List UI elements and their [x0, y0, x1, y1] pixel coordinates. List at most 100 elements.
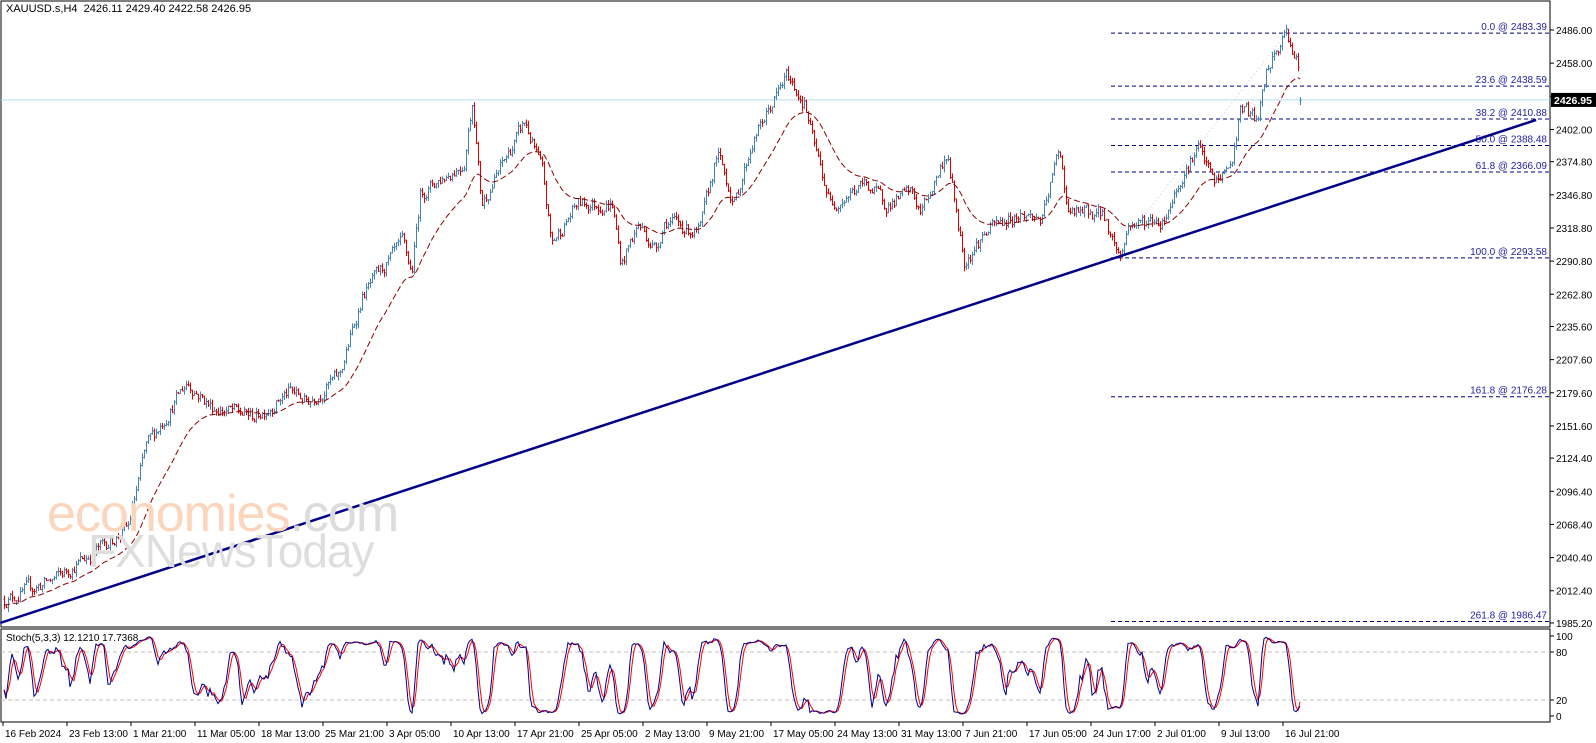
bar-up — [337, 371, 340, 381]
bar-up — [973, 246, 976, 256]
bar-up — [971, 251, 974, 266]
ohlc-readout: 2426.11 2429.40 2422.58 2426.95 — [83, 3, 252, 15]
bar-down — [615, 214, 618, 230]
bar-up — [1251, 107, 1254, 117]
bar-down — [721, 154, 724, 166]
bar-down — [1247, 101, 1250, 117]
bar-up — [387, 255, 390, 266]
bar-up — [1093, 214, 1096, 223]
price-chart[interactable]: 2486.002458.002430.002402.002374.802346.… — [0, 0, 1596, 743]
bar-up — [839, 204, 842, 213]
bar-up — [1003, 218, 1006, 226]
bar-up — [23, 583, 26, 595]
bar-up — [901, 188, 904, 197]
bar-down — [869, 189, 872, 194]
bar-up — [935, 175, 938, 186]
stoch-axis-label: 100 — [1556, 632, 1573, 643]
bar-up — [989, 221, 992, 235]
bar-down — [459, 166, 462, 176]
bar-down — [253, 418, 256, 423]
bar-up — [1169, 202, 1172, 214]
bar-down — [1289, 37, 1292, 48]
fib-level-label: 261.8 @ 1986.47 — [1470, 610, 1547, 621]
bar-up — [757, 123, 760, 137]
bar-up — [967, 254, 970, 269]
bar-up — [47, 579, 50, 582]
bar-up — [425, 194, 428, 201]
bar-down — [69, 574, 72, 579]
bar-down — [285, 388, 288, 399]
bar-down — [823, 173, 826, 186]
bar-up — [493, 173, 496, 189]
bar-down — [271, 408, 274, 417]
bar-down — [1241, 104, 1244, 114]
bar-up — [115, 535, 118, 548]
bar-up — [1149, 213, 1152, 222]
bar-down — [731, 196, 734, 206]
bar-up — [1177, 185, 1180, 193]
bar-up — [1181, 181, 1184, 189]
bar-down — [201, 393, 204, 399]
bar-up — [741, 178, 744, 194]
bar-up — [287, 383, 290, 399]
bar-up — [1171, 199, 1174, 209]
bar-up — [331, 376, 334, 381]
bar-up — [141, 453, 144, 467]
bar-up — [1215, 175, 1218, 184]
bar-down — [1015, 213, 1018, 223]
bar-down — [203, 395, 206, 405]
bar-down — [587, 204, 590, 215]
bar-up — [555, 237, 558, 242]
bar-up — [279, 398, 282, 406]
bar-up — [351, 323, 354, 336]
bar-up — [847, 196, 850, 203]
bar-up — [783, 72, 786, 90]
time-axis-label: 10 Apr 13:00 — [453, 729, 510, 740]
bar-up — [975, 238, 978, 253]
time-axis-label: 23 Feb 13:00 — [69, 729, 128, 740]
bar-up — [429, 180, 432, 193]
bar-down — [195, 390, 198, 395]
bar-down — [211, 399, 214, 415]
bar-down — [431, 179, 434, 187]
bar-down — [593, 198, 596, 211]
bar-up — [749, 148, 752, 164]
bar-up — [37, 583, 40, 591]
bar-up — [295, 386, 298, 398]
bar-down — [1107, 218, 1110, 235]
bar-down — [119, 537, 122, 543]
bar-up — [455, 168, 458, 177]
bar-down — [575, 204, 578, 210]
bar-up — [895, 193, 898, 207]
bar-down — [477, 141, 480, 166]
bar-down — [985, 232, 988, 236]
bar-up — [79, 552, 82, 563]
bar-up — [209, 398, 212, 410]
bar-up — [213, 406, 216, 412]
bar-up — [717, 147, 720, 163]
bar-up — [965, 262, 968, 270]
bar-up — [1265, 68, 1268, 88]
bar-up — [1175, 188, 1178, 198]
bar-down — [799, 95, 802, 104]
bar-up — [369, 278, 372, 288]
bar-down — [819, 151, 822, 166]
bar-down — [725, 168, 728, 187]
bar-down — [969, 254, 972, 264]
bar-down — [645, 226, 648, 243]
bar-up — [515, 131, 518, 143]
bar-up — [361, 291, 364, 311]
price-axis-label: 2262.80 — [1556, 290, 1593, 301]
bar-down — [613, 205, 616, 218]
bar-up — [713, 162, 716, 184]
bar-down — [879, 185, 882, 191]
bar-up — [1155, 216, 1158, 225]
bar-down — [835, 207, 838, 212]
bar-up — [151, 426, 154, 435]
bar-up — [531, 136, 534, 143]
bar-down — [549, 213, 552, 238]
bar-up — [1137, 217, 1140, 229]
bar-up — [1227, 167, 1230, 169]
bar-up — [507, 147, 510, 159]
bar-down — [307, 396, 310, 405]
